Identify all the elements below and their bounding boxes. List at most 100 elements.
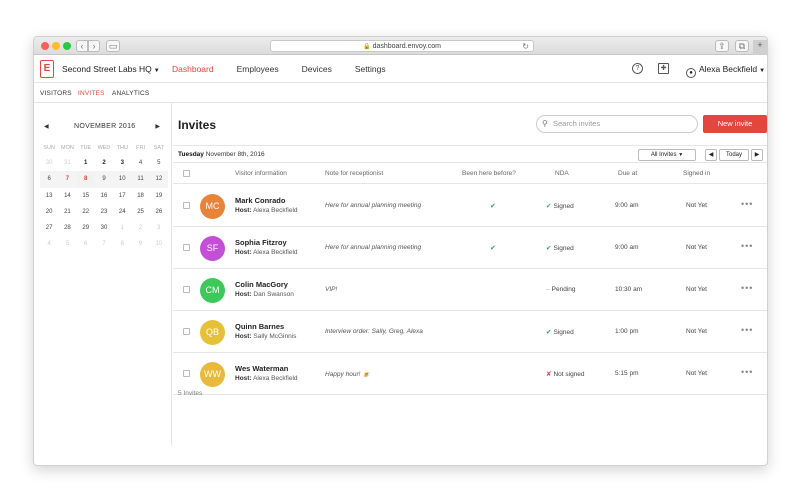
calendar-day[interactable]: 1: [77, 155, 95, 171]
table-row[interactable]: SF Sophia Fitzroy Host: Alexa Beckfield …: [173, 227, 767, 269]
calendar-day[interactable]: 12: [150, 171, 168, 187]
subnav-invites[interactable]: INVITES: [78, 90, 105, 97]
calendar-day[interactable]: 11: [131, 171, 149, 187]
check-icon: ✔: [546, 203, 552, 210]
subnav-analytics[interactable]: ANALYTICS: [112, 90, 149, 97]
table-row[interactable]: QB Quinn Barnes Host: Sally McGinnis Int…: [173, 311, 767, 353]
calendar-day[interactable]: 30: [40, 155, 58, 171]
calendar-day[interactable]: 4: [40, 236, 58, 252]
calendar-day[interactable]: 21: [58, 204, 76, 220]
calendar-day[interactable]: 5: [150, 155, 168, 171]
calendar-day[interactable]: 22: [77, 204, 95, 220]
search-input[interactable]: ⚲ Search invites: [536, 115, 698, 133]
help-icon[interactable]: ?: [632, 63, 643, 74]
current-date: Tuesday November 8th, 2016: [178, 151, 265, 158]
row-checkbox[interactable]: [183, 244, 190, 251]
gift-icon[interactable]: ✚: [658, 63, 669, 74]
calendar-day-today[interactable]: 7: [58, 171, 76, 187]
sub-nav: VISITORS INVITES ANALYTICS: [34, 83, 767, 103]
calendar-day[interactable]: 4: [131, 155, 149, 171]
search-icon: ⚲: [542, 119, 548, 128]
calendar-day[interactable]: 7: [95, 236, 113, 252]
date-bar: Tuesday November 8th, 2016 All Invites ▼…: [173, 145, 767, 163]
calendar-day[interactable]: 17: [113, 188, 131, 204]
nda-text: Signed: [553, 245, 574, 252]
calendar-day[interactable]: 19: [150, 188, 168, 204]
calendar-day[interactable]: 2: [131, 220, 149, 236]
invite-filter-select[interactable]: All Invites ▼: [638, 149, 696, 161]
more-options-icon[interactable]: •••: [741, 367, 753, 377]
row-checkbox[interactable]: [183, 370, 190, 377]
calendar-day[interactable]: 18: [131, 188, 149, 204]
calendar-day[interactable]: 2: [95, 155, 113, 171]
today-button[interactable]: Today: [719, 149, 749, 161]
new-tab-icon[interactable]: +: [753, 40, 767, 55]
table-row[interactable]: CM Colin MacGory Host: Dan Swanson VIP! …: [173, 269, 767, 311]
current-day: Tuesday: [178, 151, 204, 158]
tabs-overview-icon[interactable]: ⧉: [735, 40, 749, 52]
calendar-day[interactable]: 1: [113, 220, 131, 236]
forward-arrow-icon[interactable]: ›: [88, 40, 100, 52]
calendar-day[interactable]: 6: [77, 236, 95, 252]
calendar-day[interactable]: 30: [95, 220, 113, 236]
calendar-day[interactable]: 25: [131, 204, 149, 220]
calendar-day[interactable]: 31: [58, 155, 76, 171]
nav-dashboard[interactable]: Dashboard: [172, 64, 214, 74]
visitor-host: Host: Alexa Beckfield: [235, 207, 298, 214]
calendar-day[interactable]: 29: [77, 220, 95, 236]
nav-devices[interactable]: Devices: [302, 64, 332, 74]
calendar-day[interactable]: 13: [40, 188, 58, 204]
calendar-day[interactable]: 3: [150, 220, 168, 236]
row-checkbox[interactable]: [183, 328, 190, 335]
calendar-day[interactable]: 28: [58, 220, 76, 236]
user-menu[interactable]: ● Alexa Beckfield ▼: [686, 64, 765, 78]
subnav-visitors[interactable]: VISITORS: [40, 90, 72, 97]
nav-employees[interactable]: Employees: [237, 64, 279, 74]
more-options-icon[interactable]: •••: [741, 241, 753, 251]
calendar-day[interactable]: 24: [113, 204, 131, 220]
zoom-window-icon[interactable]: [63, 42, 71, 50]
calendar-day[interactable]: 8: [113, 236, 131, 252]
prev-month-icon[interactable]: ◀: [44, 123, 49, 130]
calendar-week: 13 14 15 16 17 18 19: [40, 188, 168, 204]
sidebar-toggle-icon[interactable]: ▭: [106, 40, 120, 52]
current-date-text: November 8th, 2016: [205, 151, 265, 158]
calendar-day[interactable]: 10: [150, 236, 168, 252]
calendar-day[interactable]: 9: [131, 236, 149, 252]
minimize-window-icon[interactable]: [52, 42, 60, 50]
new-invite-button[interactable]: New invite: [703, 115, 767, 133]
address-bar[interactable]: 🔒 dashboard.envoy.com ↻: [270, 40, 534, 52]
prev-day-button[interactable]: ◀: [705, 149, 717, 161]
calendar-day[interactable]: 5: [58, 236, 76, 252]
row-checkbox[interactable]: [183, 286, 190, 293]
back-arrow-icon[interactable]: ‹: [76, 40, 88, 52]
calendar-day[interactable]: 27: [40, 220, 58, 236]
share-icon[interactable]: ⇪: [715, 40, 729, 52]
row-checkbox[interactable]: [183, 202, 190, 209]
calendar-day[interactable]: 16: [95, 188, 113, 204]
next-month-icon[interactable]: ▶: [155, 123, 160, 130]
calendar-day[interactable]: 9: [95, 171, 113, 187]
calendar-day[interactable]: 20: [40, 204, 58, 220]
calendar-day[interactable]: 14: [58, 188, 76, 204]
company-switcher[interactable]: Second Street Labs HQ ▼: [62, 64, 160, 74]
calendar-day[interactable]: 10: [113, 171, 131, 187]
more-options-icon[interactable]: •••: [741, 199, 753, 209]
browser-window: ‹ › ▭ 🔒 dashboard.envoy.com ↻ ⇪ ⧉ + E Sec…: [33, 36, 768, 466]
table-row[interactable]: WW Wes Waterman Host: Alexa Beckfield Ha…: [173, 353, 767, 395]
calendar-day[interactable]: 15: [77, 188, 95, 204]
more-options-icon[interactable]: •••: [741, 283, 753, 293]
calendar-day[interactable]: 23: [95, 204, 113, 220]
calendar-day[interactable]: 6: [40, 171, 58, 187]
reload-icon[interactable]: ↻: [522, 41, 529, 52]
table-row[interactable]: MC Mark Conrado Host: Alexa Beckfield He…: [173, 185, 767, 227]
calendar-day[interactable]: 26: [150, 204, 168, 220]
close-window-icon[interactable]: [41, 42, 49, 50]
more-options-icon[interactable]: •••: [741, 325, 753, 335]
calendar-day-selected[interactable]: 8: [76, 171, 95, 188]
next-day-button[interactable]: ▶: [751, 149, 763, 161]
nav-settings[interactable]: Settings: [355, 64, 386, 74]
calendar-day[interactable]: 3: [113, 155, 131, 171]
select-all-checkbox[interactable]: [183, 170, 190, 177]
envoy-logo[interactable]: E: [40, 60, 54, 78]
